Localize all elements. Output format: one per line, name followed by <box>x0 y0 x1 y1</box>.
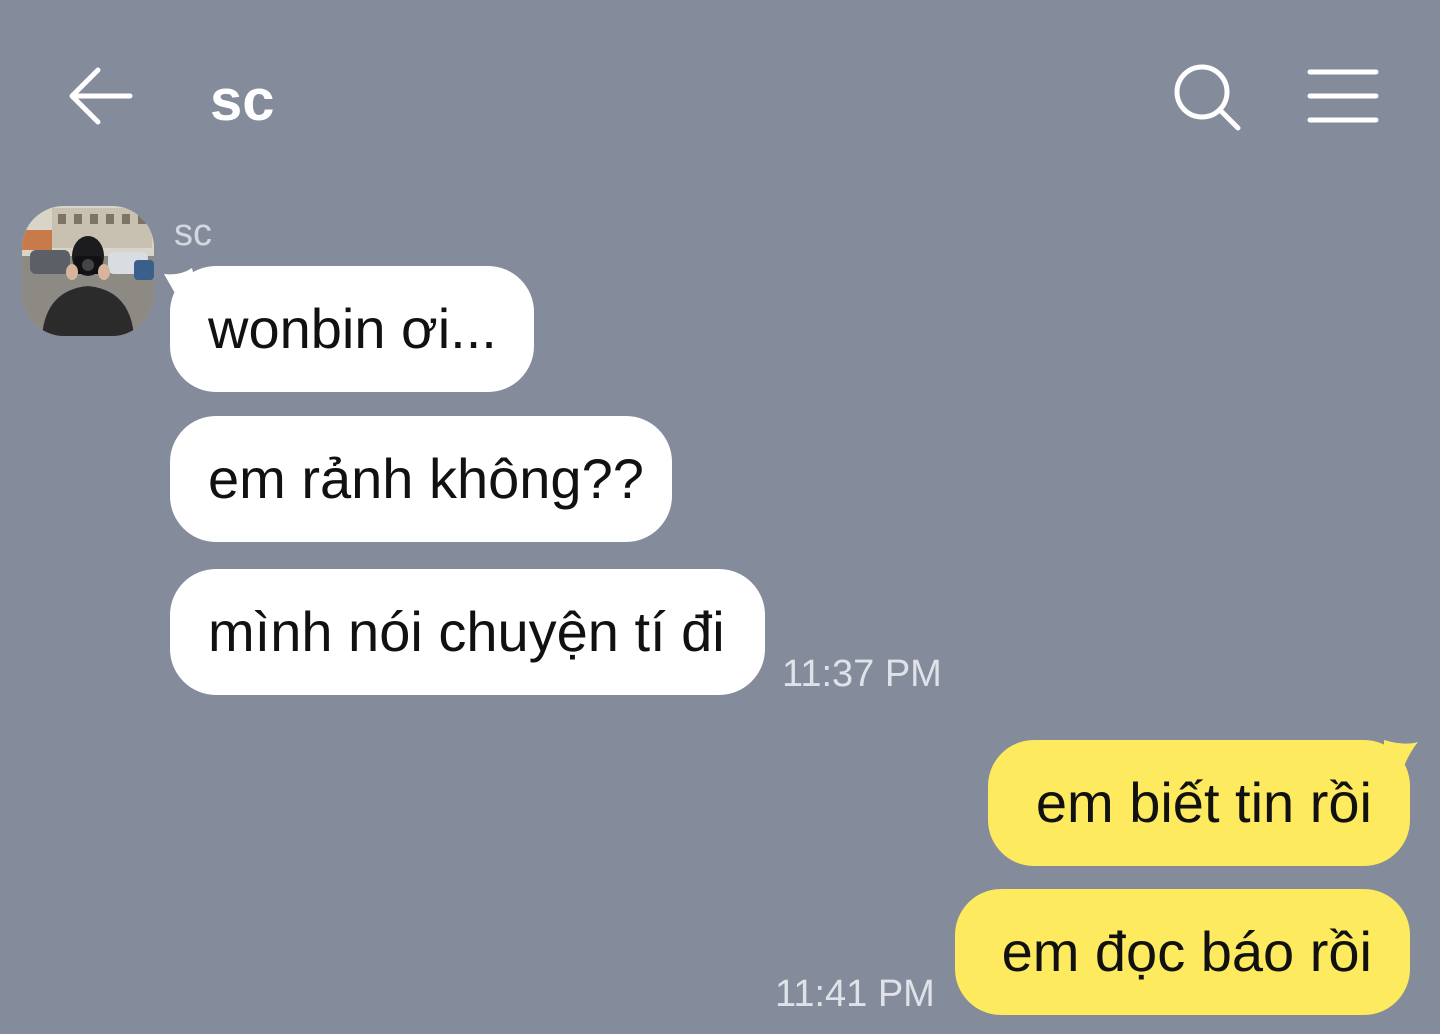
sender-name: sc <box>174 212 212 254</box>
incoming-message[interactable]: mình nói chuyện tí đi <box>170 569 765 695</box>
search-button[interactable] <box>1166 56 1250 140</box>
profile-photo <box>22 206 154 336</box>
incoming-message[interactable]: em rảnh không?? <box>170 416 672 542</box>
menu-button[interactable] <box>1300 60 1386 136</box>
chat-title: sc <box>210 68 275 133</box>
avatar[interactable] <box>22 206 154 336</box>
outgoing-message[interactable]: em biết tin rồi <box>988 740 1410 866</box>
message-timestamp: 11:37 PM <box>782 653 942 695</box>
hamburger-menu-icon <box>1307 69 1379 123</box>
search-icon <box>1174 64 1241 131</box>
back-button[interactable] <box>62 58 142 138</box>
chat-header: sc <box>0 0 1440 190</box>
outgoing-message[interactable]: em đọc báo rồi <box>955 889 1410 1015</box>
arrow-left-icon <box>69 67 133 125</box>
incoming-message[interactable]: wonbin ơi... <box>170 266 534 392</box>
message-timestamp: 11:41 PM <box>775 973 935 1015</box>
